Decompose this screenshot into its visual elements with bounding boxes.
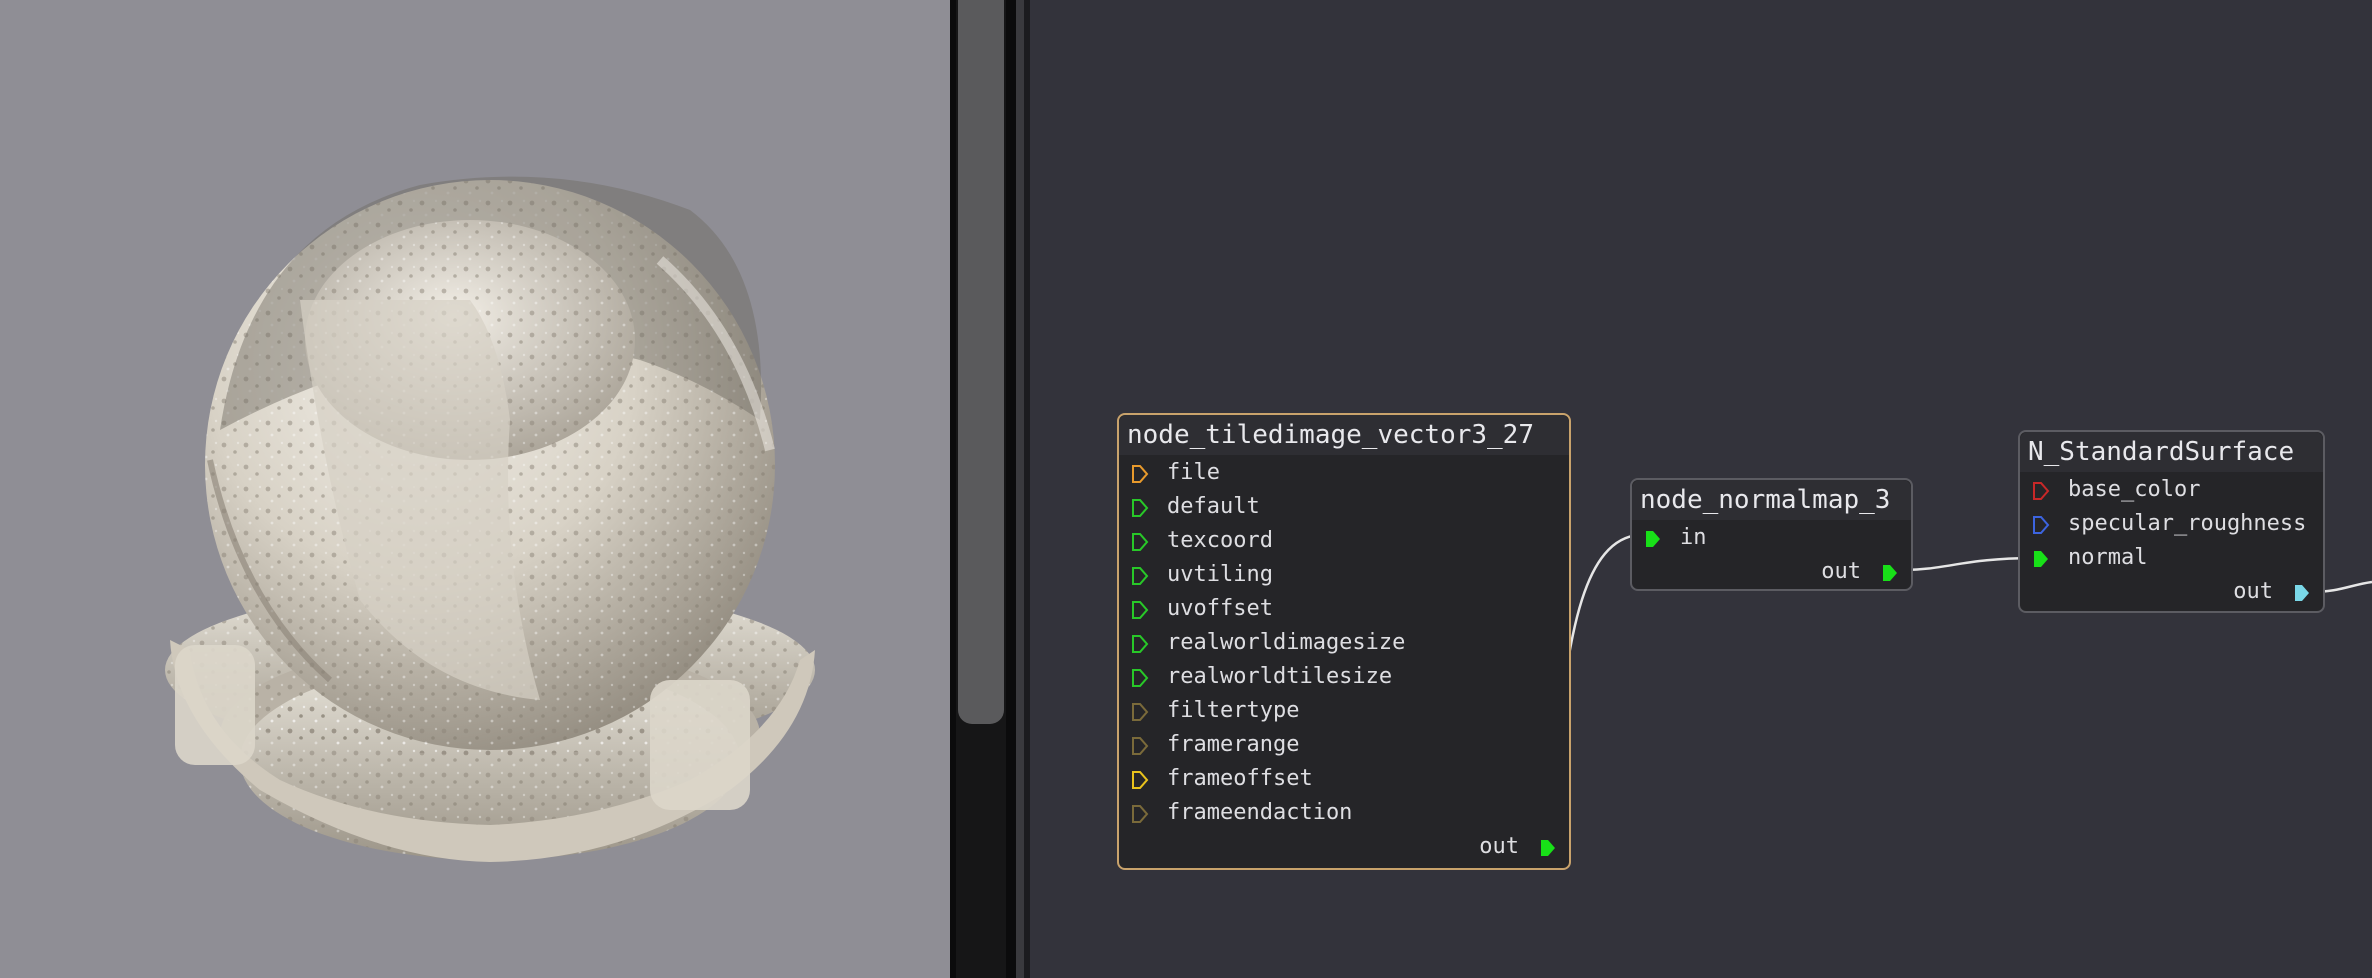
input-pin-icon <box>1132 567 1149 585</box>
input-pin-icon <box>1132 669 1149 687</box>
input-pin-uvoffset[interactable]: uvoffset <box>1131 593 1273 625</box>
input-pin-icon <box>1646 531 1660 547</box>
pin-label: realworldtilesize <box>1167 664 1393 689</box>
pin-label: file <box>1167 460 1220 485</box>
pin-label: uvtiling <box>1167 562 1273 587</box>
input-pin-icon <box>1132 601 1149 619</box>
input-pin-icon <box>1132 465 1149 483</box>
splitter-handle[interactable] <box>1016 0 1024 978</box>
node-title: node_tiledimage_vector3_27 <box>1119 415 1569 455</box>
input-pin-icon <box>1132 805 1149 823</box>
pin-label: out <box>2233 579 2273 604</box>
pin-label: frameendaction <box>1167 800 1353 825</box>
node-standard-surface[interactable]: N_StandardSurface base_color specular_ro… <box>2018 430 2325 613</box>
pin-label: in <box>1680 525 1707 550</box>
output-pin-out[interactable]: out <box>1479 831 1557 863</box>
pin-label: out <box>1821 559 1861 584</box>
pin-label: filtertype <box>1167 698 1300 723</box>
pin-label: frameoffset <box>1167 766 1313 791</box>
input-pin-realworldtilesize[interactable]: realworldtilesize <box>1131 661 1392 693</box>
input-pin-base-color[interactable]: base_color <box>2032 474 2200 506</box>
material-preview-sphere <box>165 176 815 862</box>
input-pin-default[interactable]: default <box>1131 491 1260 523</box>
node-graph-canvas[interactable]: node_tiledimage_vector3_27 file default … <box>1030 0 2372 978</box>
input-pin-icon <box>2034 551 2048 567</box>
input-pin-file[interactable]: file <box>1131 457 1220 489</box>
pin-label: framerange <box>1167 732 1300 757</box>
viewport-scrollbar-thumb[interactable] <box>958 0 1004 724</box>
input-pin-framerange[interactable]: framerange <box>1131 729 1299 761</box>
input-pin-specular-roughness[interactable]: specular_roughness <box>2032 508 2306 540</box>
input-pin-normal[interactable]: normal <box>2032 542 2147 574</box>
output-pin-out[interactable]: out <box>1821 556 1899 588</box>
pin-label: realworldimagesize <box>1167 630 1406 655</box>
pin-label: default <box>1167 494 1260 519</box>
material-preview-viewport[interactable] <box>0 0 950 978</box>
output-pin-icon <box>2295 585 2309 601</box>
input-pin-frameoffset[interactable]: frameoffset <box>1131 763 1313 795</box>
output-pin-out[interactable]: out <box>2233 576 2311 608</box>
pin-label: base_color <box>2068 477 2201 502</box>
input-pin-icon <box>1132 737 1149 755</box>
input-pin-uvtiling[interactable]: uvtiling <box>1131 559 1273 591</box>
input-pin-icon <box>1132 499 1149 517</box>
pin-label: texcoord <box>1167 528 1273 553</box>
input-pin-frameendaction[interactable]: frameendaction <box>1131 797 1352 829</box>
pin-label: out <box>1479 834 1519 859</box>
pin-label: specular_roughness <box>2068 511 2307 536</box>
input-pin-realworldimagesize[interactable]: realworldimagesize <box>1131 627 1405 659</box>
pin-label: uvoffset <box>1167 596 1273 621</box>
input-pin-icon <box>1132 771 1149 789</box>
node-title: node_normalmap_3 <box>1632 480 1911 520</box>
output-pin-icon <box>1883 565 1897 581</box>
input-pin-icon <box>2033 516 2050 534</box>
input-pin-in[interactable]: in <box>1644 522 1707 554</box>
output-pin-icon <box>1541 840 1555 856</box>
input-pin-texcoord[interactable]: texcoord <box>1131 525 1273 557</box>
input-pin-icon <box>1132 533 1149 551</box>
input-pin-icon <box>1132 703 1149 721</box>
input-pin-icon <box>2033 482 2050 500</box>
node-tiledimage[interactable]: node_tiledimage_vector3_27 file default … <box>1117 413 1571 870</box>
input-pin-icon <box>1132 635 1149 653</box>
node-normalmap[interactable]: node_normalmap_3 in out <box>1630 478 1913 591</box>
node-title: N_StandardSurface <box>2020 432 2323 472</box>
input-pin-filtertype[interactable]: filtertype <box>1131 695 1299 727</box>
pin-label: normal <box>2068 545 2148 570</box>
